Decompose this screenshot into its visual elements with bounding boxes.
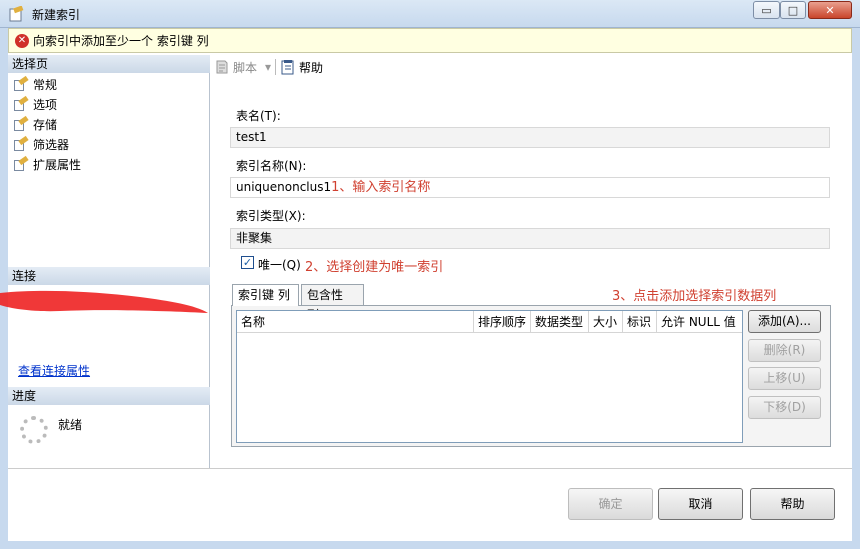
window-frame-right <box>852 28 860 549</box>
page-icon <box>14 75 29 91</box>
index-type-field: 非聚集 <box>230 228 830 249</box>
nav-item-label: 选项 <box>33 97 58 112</box>
script-button[interactable]: 脚本 ▾ <box>214 59 271 76</box>
error-message: 向索引中添加至少一个 索引键 列 <box>33 34 209 48</box>
toolbar: 脚本 ▾ 帮助 <box>210 55 852 79</box>
cancel-button[interactable]: 取消 <box>658 488 743 520</box>
help-toolbar-button[interactable]: 帮助 <box>280 59 323 76</box>
annotation-step2: 2、选择创建为唯一索引 <box>305 260 444 275</box>
title-bar[interactable]: 新建索引 ▭ □ ✕ <box>0 0 860 28</box>
nav-item-extended-properties[interactable]: 扩展属性 <box>14 155 81 173</box>
table-name-field: test1 <box>230 127 830 148</box>
column-header-name[interactable]: 名称 <box>237 311 474 333</box>
move-down-button[interactable]: 下移(D) <box>748 396 821 419</box>
unique-label[interactable]: 唯一(Q) <box>258 256 301 273</box>
toolbar-separator <box>275 59 277 75</box>
remove-column-button[interactable]: 删除(R) <box>748 339 821 362</box>
script-label: 脚本 <box>233 60 258 75</box>
close-button[interactable]: ✕ <box>808 1 852 19</box>
page-icon <box>14 115 29 131</box>
index-app-icon <box>9 6 24 22</box>
redaction-scribble <box>0 290 208 313</box>
window-title: 新建索引 <box>32 8 81 22</box>
column-header-data-type[interactable]: 数据类型 <box>531 311 589 333</box>
nav-item-storage[interactable]: 存储 <box>14 115 57 133</box>
annotation-step3: 3、点击添加选择索引数据列 <box>612 289 777 304</box>
nav-item-label: 存储 <box>33 117 58 132</box>
tab-index-key-columns[interactable]: 索引键 列 <box>232 284 299 306</box>
nav-item-filter[interactable]: 筛选器 <box>14 135 69 153</box>
view-connection-properties-link[interactable]: 查看连接属性 <box>18 362 90 379</box>
help-icon <box>281 60 294 75</box>
nav-item-options[interactable]: 选项 <box>14 95 57 113</box>
maximize-icon: □ <box>787 3 799 17</box>
left-panel: 选择页 常规 选项 存储 筛选器 扩展属性 连接 进度 <box>8 55 210 468</box>
progress-status: 就绪 <box>58 418 83 432</box>
column-header-identity[interactable]: 标识 <box>623 311 657 333</box>
page-icon <box>14 95 29 111</box>
add-column-button[interactable]: 添加(A)... <box>748 310 821 333</box>
select-page-header: 选择页 <box>8 55 210 73</box>
move-up-button[interactable]: 上移(U) <box>748 367 821 390</box>
index-name-input[interactable]: uniquenonclus11、输入索引名称 <box>230 177 830 198</box>
column-header-size[interactable]: 大小 <box>589 311 623 333</box>
script-icon <box>216 60 228 74</box>
nav-item-general[interactable]: 常规 <box>14 75 57 93</box>
page-icon <box>14 155 29 171</box>
script-dropdown-icon[interactable]: ▾ <box>265 60 271 74</box>
maximize-button[interactable]: □ <box>780 1 806 19</box>
column-header-allow-null[interactable]: 允许 NULL 值 <box>657 311 742 333</box>
close-icon: ✕ <box>825 3 835 17</box>
nav-item-label: 常规 <box>33 77 58 92</box>
index-type-label: 索引类型(X): <box>236 209 306 223</box>
minimize-icon: ▭ <box>761 3 772 17</box>
minimize-button[interactable]: ▭ <box>753 1 780 19</box>
page-icon <box>14 135 29 151</box>
progress-spinner-icon <box>20 416 48 444</box>
help-label: 帮助 <box>299 60 324 75</box>
table-name-label: 表名(T): <box>236 109 281 123</box>
index-columns-grid[interactable]: 名称 排序顺序 数据类型 大小 标识 允许 NULL 值 <box>236 310 743 443</box>
index-name-label: 索引名称(N): <box>236 159 307 173</box>
annotation-step1: 1、输入索引名称 <box>331 180 431 195</box>
nav-item-label: 扩展属性 <box>33 157 82 172</box>
progress-header: 进度 <box>8 387 210 405</box>
tab-included-columns[interactable]: 包含性 列 <box>301 284 364 322</box>
connection-header: 连接 <box>8 267 210 285</box>
nav-item-label: 筛选器 <box>33 137 70 152</box>
column-header-sort-order[interactable]: 排序顺序 <box>474 311 531 333</box>
help-button[interactable]: 帮助 <box>750 488 835 520</box>
error-message-bar: ✕ 向索引中添加至少一个 索引键 列 <box>8 28 852 53</box>
unique-checkbox[interactable]: ✓ <box>241 256 254 269</box>
ok-button[interactable]: 确定 <box>568 488 653 520</box>
error-icon: ✕ <box>15 33 29 48</box>
window-frame-bottom <box>0 541 860 549</box>
index-name-value: uniquenonclus1 <box>236 180 332 194</box>
